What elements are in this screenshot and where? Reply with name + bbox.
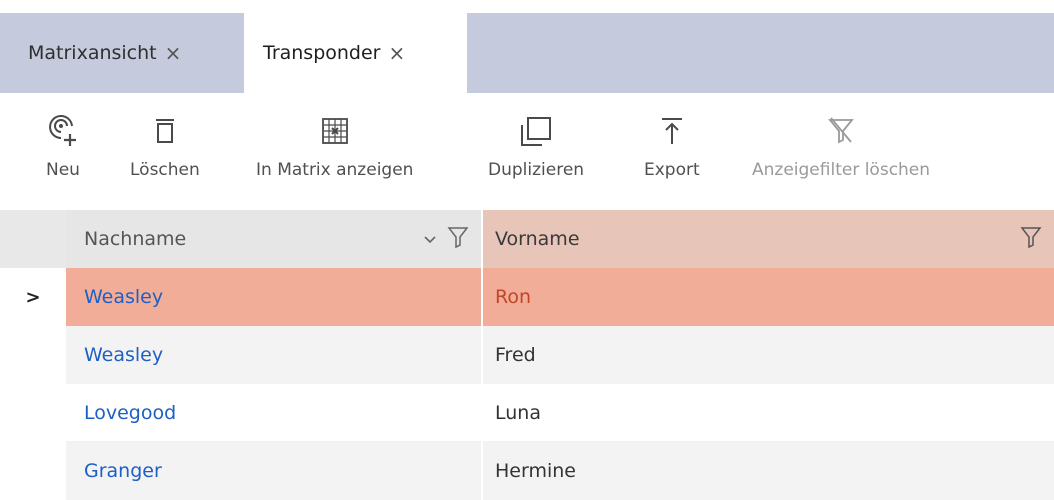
row-stub: [0, 384, 66, 442]
duplicate-label: Duplizieren: [488, 160, 585, 180]
close-icon[interactable]: ×: [389, 41, 406, 65]
cell-vorname[interactable]: Ron: [483, 268, 1054, 326]
column-header-nachname[interactable]: Nachname: [66, 210, 481, 268]
export-icon: [660, 110, 684, 152]
filter-icon[interactable]: [447, 225, 469, 254]
clear-filter-label: Anzeigefilter löschen: [752, 160, 931, 180]
tab-label: Matrixansicht: [28, 42, 157, 64]
duplicate-icon: [519, 110, 553, 152]
delete-label: Löschen: [130, 160, 200, 180]
column-header-label: Nachname: [84, 228, 187, 250]
cell-vorname[interactable]: Hermine: [483, 442, 1054, 500]
column-header-label: Vorname: [495, 228, 580, 250]
clear-filter-icon: [827, 110, 855, 152]
table-row[interactable]: Weasley Fred: [0, 326, 1054, 384]
cell-nachname[interactable]: Granger: [66, 442, 481, 500]
toolbar: Neu Löschen In Matrix anzeigen Duplizier…: [0, 110, 1054, 195]
chevron-down-icon[interactable]: [423, 228, 437, 250]
new-button[interactable]: Neu: [46, 110, 80, 180]
trash-icon: [153, 110, 177, 152]
export-button[interactable]: Export: [644, 110, 700, 180]
cell-nachname[interactable]: Weasley: [66, 326, 481, 384]
duplicate-button[interactable]: Duplizieren: [488, 110, 584, 180]
chevron-right-icon: >: [25, 286, 41, 308]
cell-vorname[interactable]: Luna: [483, 384, 1054, 442]
table-row[interactable]: Granger Hermine: [0, 442, 1054, 500]
cell-vorname[interactable]: Fred: [483, 326, 1054, 384]
export-label: Export: [644, 160, 700, 180]
table-row[interactable]: > Weasley Ron: [0, 268, 1054, 326]
row-header-corner: [0, 210, 66, 268]
show-in-matrix-button[interactable]: In Matrix anzeigen: [256, 110, 413, 180]
row-stub: [0, 442, 66, 500]
tab-label: Transponder: [263, 42, 381, 64]
tab-bar: Matrixansicht × Transponder ×: [0, 13, 1054, 93]
close-icon[interactable]: ×: [165, 41, 182, 65]
show-in-matrix-label: In Matrix anzeigen: [256, 160, 414, 180]
tab-strip-background: [467, 13, 1054, 93]
row-stub: [0, 326, 66, 384]
table-row[interactable]: Lovegood Luna: [0, 384, 1054, 442]
cell-nachname[interactable]: Lovegood: [66, 384, 481, 442]
filter-icon[interactable]: [1020, 225, 1042, 254]
cell-nachname[interactable]: Weasley: [66, 268, 481, 326]
current-row-indicator: >: [0, 268, 66, 326]
delete-button[interactable]: Löschen: [130, 110, 200, 180]
new-transponder-icon: [48, 110, 78, 152]
tab-transponder[interactable]: Transponder ×: [244, 13, 467, 93]
tab-matrixansicht[interactable]: Matrixansicht ×: [0, 13, 244, 93]
clear-filter-button[interactable]: Anzeigefilter löschen: [752, 110, 930, 180]
new-label: Neu: [46, 160, 80, 180]
matrix-grid-icon: [321, 110, 349, 152]
column-header-vorname[interactable]: Vorname: [483, 210, 1054, 268]
